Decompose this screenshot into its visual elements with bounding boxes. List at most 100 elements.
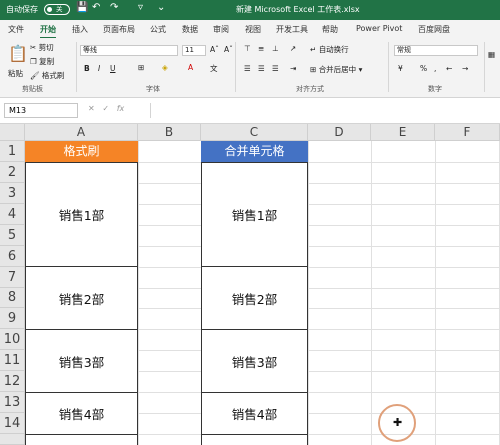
row-header[interactable]: 14 xyxy=(0,413,25,434)
row-header[interactable]: 12 xyxy=(0,371,25,392)
merged-cell-a2-a6[interactable]: 销售1部 xyxy=(25,162,138,267)
undo-icon[interactable]: ↶ xyxy=(92,2,100,13)
cut-button[interactable]: ✂ 剪切 xyxy=(30,42,54,53)
tab-file[interactable]: 文件 xyxy=(8,24,24,35)
font-name-select[interactable]: 等线 xyxy=(80,45,178,56)
row-header[interactable]: 5 xyxy=(0,225,25,246)
name-box[interactable]: M13 xyxy=(4,103,78,118)
cell-a1[interactable]: 格式刷 xyxy=(25,141,138,162)
align-middle-icon[interactable]: ≡ xyxy=(258,44,264,53)
wrap-text-button[interactable]: ↵ 自动换行 xyxy=(310,44,349,55)
bold-icon[interactable]: B xyxy=(84,64,90,73)
merged-cell-a10-a12[interactable]: 销售3部 xyxy=(25,329,138,393)
phonetic-icon[interactable]: 文 xyxy=(210,63,218,74)
merged-cell-a13-a14[interactable]: 销售4部 xyxy=(25,392,138,435)
column-header-b[interactable]: B xyxy=(138,124,201,141)
gridline xyxy=(308,141,309,445)
format-painter-button[interactable]: 🖌 格式刷 xyxy=(30,70,64,81)
indent-icon[interactable]: ⇥ xyxy=(290,64,296,73)
column-header-c[interactable]: C xyxy=(201,124,308,141)
align-right-icon[interactable]: ☰ xyxy=(272,64,279,73)
tab-insert[interactable]: 插入 xyxy=(72,24,88,35)
row-header[interactable]: 7 xyxy=(0,267,25,288)
gridline xyxy=(371,141,372,445)
tab-baidu-netdisk[interactable]: 百度网盘 xyxy=(418,24,450,35)
row-header[interactable]: 2 xyxy=(0,162,25,183)
increase-decimal-icon[interactable]: ← xyxy=(446,64,452,73)
fill-color-icon[interactable]: ◈ xyxy=(162,63,168,72)
font-size-select[interactable]: 11 xyxy=(182,45,206,56)
decrease-decimal-icon[interactable]: → xyxy=(462,64,468,73)
orientation-icon[interactable]: ↗ xyxy=(290,44,296,53)
number-format-select[interactable]: 常规 xyxy=(394,45,478,56)
paste-button[interactable]: 粘贴 xyxy=(8,68,23,79)
row-header[interactable]: 1 xyxy=(0,141,25,162)
tab-view[interactable]: 视图 xyxy=(245,24,261,35)
column-header-a[interactable]: A xyxy=(25,124,138,141)
merged-cell-a7-a9[interactable]: 销售2部 xyxy=(25,266,138,330)
border-icon[interactable]: ⊞ xyxy=(138,63,144,72)
row-header[interactable]: 10 xyxy=(0,329,25,350)
font-color-icon[interactable]: A xyxy=(188,63,193,72)
spreadsheet-grid[interactable]: A B C D E F 1 2 3 4 5 6 7 8 9 10 11 12 1… xyxy=(0,124,500,445)
save-icon[interactable]: 💾 xyxy=(76,2,88,13)
currency-icon[interactable]: ¥ xyxy=(398,64,403,73)
formula-input[interactable] xyxy=(150,103,496,118)
conditional-format-icon[interactable]: ▦ xyxy=(488,50,495,59)
merge-center-button[interactable]: ⊞ 合并后居中 ▾ xyxy=(310,64,362,75)
merge-center-label: 合并后居中 xyxy=(318,65,357,74)
tab-review[interactable]: 审阅 xyxy=(213,24,229,35)
merged-cell-partial[interactable] xyxy=(201,434,308,445)
merged-cell-partial[interactable] xyxy=(25,434,138,445)
column-header-e[interactable]: E xyxy=(371,124,435,141)
row-header[interactable]: 6 xyxy=(0,246,25,267)
row-header[interactable]: 13 xyxy=(0,392,25,413)
column-header-f[interactable]: F xyxy=(435,124,500,141)
align-left-icon[interactable]: ☰ xyxy=(244,64,251,73)
shrink-font-icon[interactable]: Aˇ xyxy=(224,45,233,54)
underline-icon[interactable]: U xyxy=(110,64,116,73)
wrap-icon: ↵ xyxy=(310,45,317,54)
row-header[interactable]: 4 xyxy=(0,204,25,225)
align-center-icon[interactable]: ☰ xyxy=(258,64,265,73)
row-header[interactable]: 11 xyxy=(0,350,25,371)
row-header[interactable]: 8 xyxy=(0,288,25,308)
row-header[interactable]: 3 xyxy=(0,183,25,204)
align-bottom-icon[interactable]: ⊥ xyxy=(272,44,279,53)
gridline xyxy=(435,141,436,445)
merged-cell-c10-c12[interactable]: 销售3部 xyxy=(201,329,308,393)
copy-button[interactable]: ❐ 复制 xyxy=(30,56,54,67)
percent-icon[interactable]: % xyxy=(420,64,427,73)
customize-qat-icon[interactable]: ⌄ xyxy=(157,2,165,13)
grow-font-icon[interactable]: Aˆ xyxy=(210,45,219,54)
tab-developer[interactable]: 开发工具 xyxy=(276,24,308,35)
paste-icon[interactable]: 📋 xyxy=(8,44,28,63)
tab-page-layout[interactable]: 页面布局 xyxy=(103,24,135,35)
number-group-label: 数字 xyxy=(428,85,442,93)
tab-home[interactable]: 开始 xyxy=(40,24,56,39)
enter-icon[interactable]: ✓ xyxy=(102,104,109,113)
cancel-icon[interactable]: ✕ xyxy=(88,104,95,113)
format-painter-label: 格式刷 xyxy=(41,71,65,80)
cell-c1[interactable]: 合并单元格 xyxy=(201,141,308,162)
tab-formulas[interactable]: 公式 xyxy=(150,24,166,35)
merged-cell-c13-c14[interactable]: 销售4部 xyxy=(201,392,308,435)
column-header-d[interactable]: D xyxy=(308,124,371,141)
align-top-icon[interactable]: ⊤ xyxy=(244,44,251,53)
row-header[interactable]: 9 xyxy=(0,308,25,329)
row-header-partial[interactable] xyxy=(0,434,25,445)
tab-help[interactable]: 帮助 xyxy=(322,24,338,35)
filter-icon[interactable]: ▿ xyxy=(138,2,143,13)
group-separator xyxy=(388,42,389,92)
fx-icon[interactable]: fx xyxy=(117,104,125,113)
redo-icon[interactable]: ↷ xyxy=(110,2,118,13)
select-all-corner[interactable] xyxy=(0,124,25,141)
comma-icon[interactable]: , xyxy=(434,64,436,73)
italic-icon[interactable]: I xyxy=(98,64,100,73)
brush-icon: 🖌 xyxy=(30,71,40,80)
merged-cell-c7-c9[interactable]: 销售2部 xyxy=(201,266,308,330)
tab-data[interactable]: 数据 xyxy=(182,24,198,35)
autosave-toggle[interactable]: 关 xyxy=(44,4,70,15)
merged-cell-c2-c6[interactable]: 销售1部 xyxy=(201,162,308,267)
tab-power-pivot[interactable]: Power Pivot xyxy=(356,24,402,33)
